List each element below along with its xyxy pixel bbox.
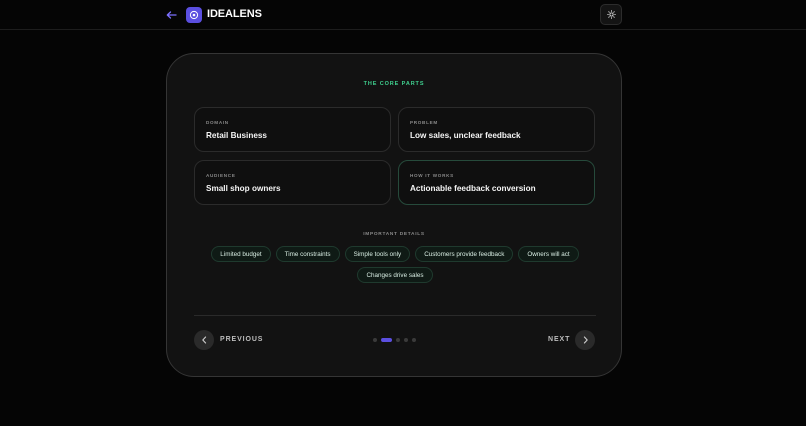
part-value: Small shop owners (206, 184, 281, 193)
arrow-left-icon (166, 11, 177, 19)
brand-name: IDEALENS (207, 8, 262, 20)
step-dot[interactable] (373, 338, 377, 342)
logo (186, 7, 202, 23)
part-label: DOMAIN (206, 120, 229, 125)
detail-tag: Simple tools only (344, 246, 411, 262)
part-audience: AUDIENCE Small shop owners (194, 160, 391, 205)
part-value: Low sales, unclear feedback (410, 131, 521, 140)
previous-button[interactable] (194, 330, 214, 350)
detail-tag: Owners will act (518, 246, 579, 262)
part-domain: DOMAIN Retail Business (194, 107, 391, 152)
back-button[interactable] (163, 7, 179, 23)
top-bar: IDEALENS (0, 0, 806, 30)
chevron-left-icon (201, 336, 206, 344)
detail-tag: Customers provide feedback (415, 246, 514, 262)
part-problem: PROBLEM Low sales, unclear feedback (398, 107, 595, 152)
lens-icon (189, 10, 199, 20)
step-dot[interactable] (404, 338, 408, 342)
step-dot[interactable] (412, 338, 416, 342)
detail-tag: Limited budget (211, 246, 271, 262)
step-dot-active[interactable] (381, 338, 392, 342)
step-dot[interactable] (396, 338, 400, 342)
chevron-right-icon (583, 336, 588, 344)
next-button[interactable] (575, 330, 595, 350)
part-label: HOW IT WORKS (410, 173, 454, 178)
part-label: PROBLEM (410, 120, 438, 125)
part-how-it-works: HOW IT WORKS Actionable feedback convers… (398, 160, 595, 205)
part-value: Actionable feedback conversion (410, 184, 536, 193)
theme-toggle-button[interactable] (600, 4, 622, 25)
divider (194, 315, 596, 316)
part-label: AUDIENCE (206, 173, 236, 178)
part-value: Retail Business (206, 131, 267, 140)
next-label[interactable]: NEXT (548, 336, 570, 343)
section-title: THE CORE PARTS (363, 81, 425, 87)
details-title: IMPORTANT DETAILS (363, 232, 425, 237)
core-parts-card: THE CORE PARTS DOMAIN Retail Business PR… (166, 53, 622, 377)
detail-tags: Limited budget Time constraints Simple t… (207, 246, 583, 283)
detail-tag: Time constraints (275, 246, 340, 262)
previous-label[interactable]: PREVIOUS (220, 336, 263, 343)
sun-icon (606, 10, 616, 19)
detail-tag: Changes drive sales (357, 267, 433, 283)
step-indicator (373, 338, 416, 342)
